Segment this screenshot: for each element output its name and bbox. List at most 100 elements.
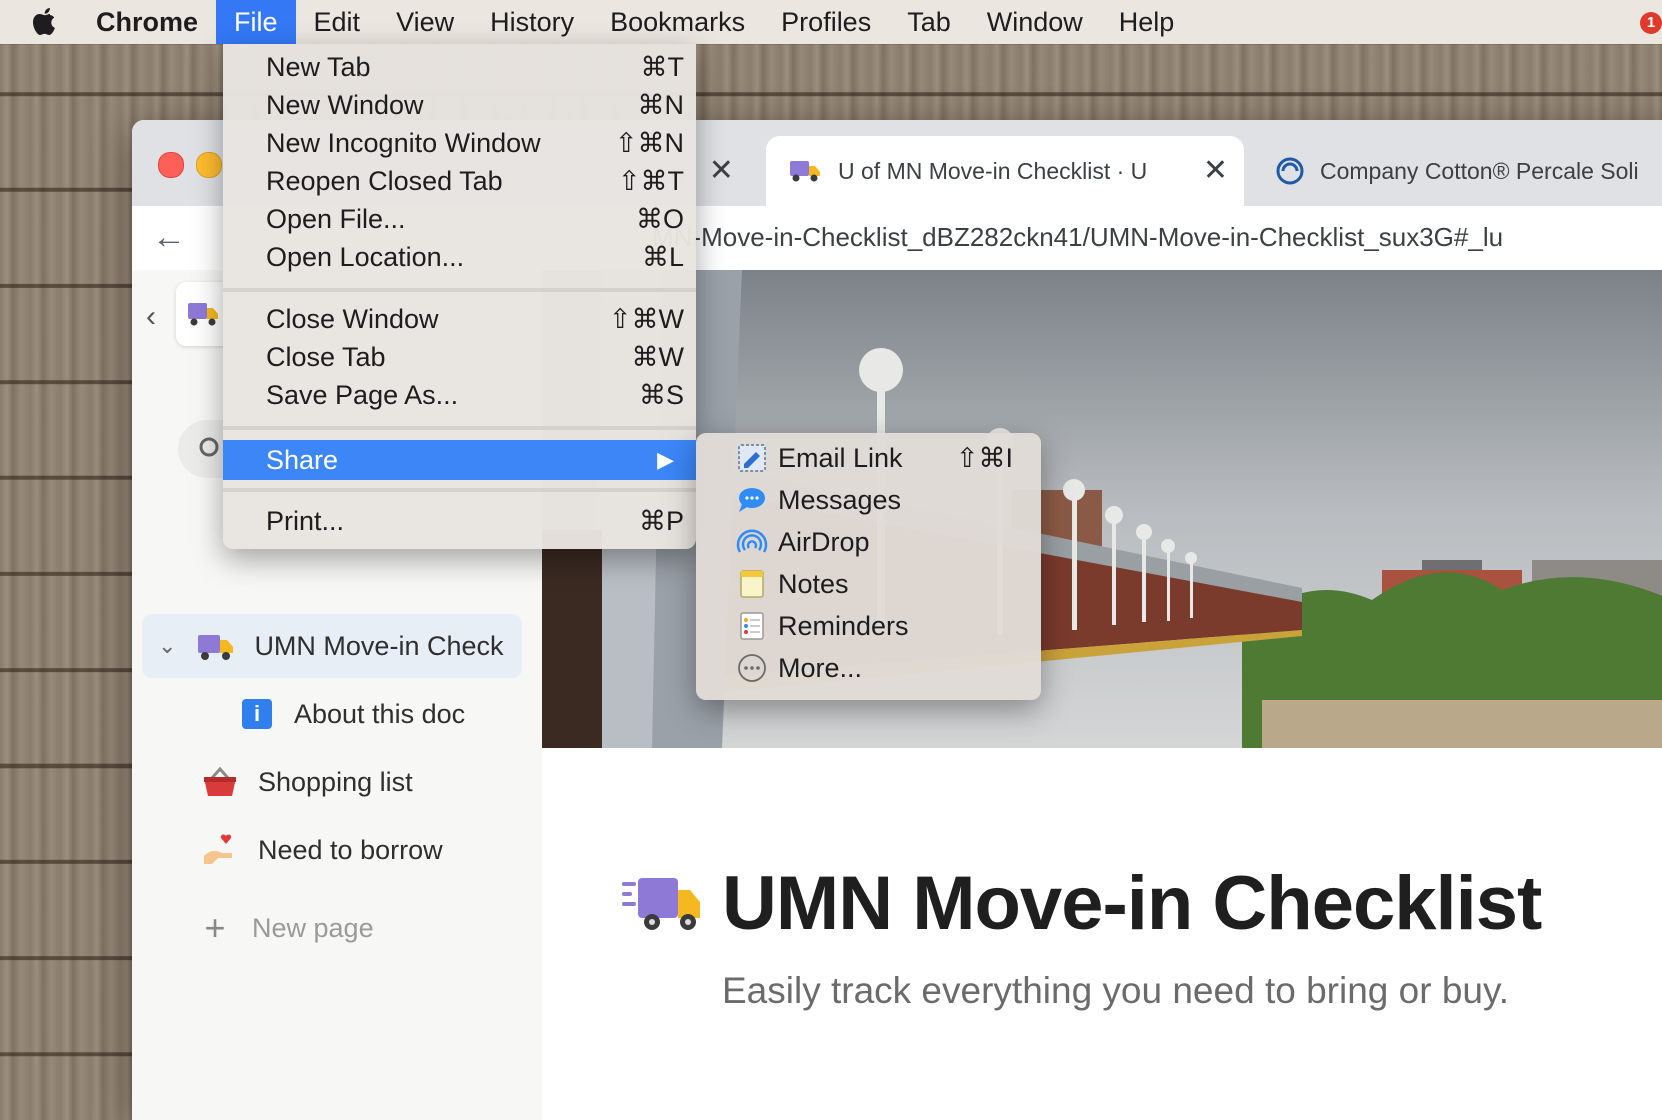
messages-icon [739,488,765,512]
menu-item-shortcut: ⌘L [641,242,684,272]
share-item-label: Notes [778,568,849,599]
truck-icon [622,877,700,930]
sidebar-item-shopping[interactable]: Shopping list [200,750,413,814]
truck-favicon-icon [790,161,820,182]
menu-item-label: Close Tab [266,342,386,372]
address-url[interactable]: MN-Move-in-Checklist_dBZ282ckn41/UMN-Mov… [652,222,1503,253]
menu-item-open-file[interactable]: Open File... ⌘O [223,200,696,238]
menu-item-close-window[interactable]: Close Window ⇧⌘W [223,300,696,338]
notification-badge[interactable]: 1 [1640,12,1662,34]
menubar-bookmarks[interactable]: Bookmarks [592,0,763,44]
back-arrow-icon[interactable]: ← [152,218,186,257]
tab-title: U of MN Move-in Checklist · U [838,157,1148,184]
menu-item-shortcut: ⌘O [635,204,684,234]
menubar-app-chrome[interactable]: Chrome [88,0,216,44]
menu-item-shortcut: ⌘N [637,90,685,120]
menu-item-label: Open Location... [266,242,465,272]
chevron-down-icon[interactable]: ⌄ [158,633,176,659]
menu-separator [223,488,696,492]
menu-item-label: Save Page As... [266,380,459,410]
menu-item-label: Print... [266,506,345,536]
menu-item-shortcut: ⇧⌘N [614,128,684,158]
file-menu: New Tab ⌘T New Window ⌘N New Incognito W… [223,44,696,549]
chevron-left-icon[interactable]: ‹ [146,300,156,334]
sidebar-item-about[interactable]: i About this doc [242,682,465,746]
sidebar-item-label: Shopping list [258,766,413,797]
share-submenu: Email Link ⇧⌘I Messages AirDrop Notes Re… [696,433,1041,700]
menubar-window[interactable]: Window [969,0,1101,44]
share-item-shortcut: ⇧⌘I [955,442,1013,473]
tab-company-cotton[interactable]: Company Cotton® Percale Soli [1252,136,1662,206]
menu-item-open-location[interactable]: Open Location... ⌘L [223,238,696,276]
tab-close-icon[interactable]: ✕ [1203,156,1228,186]
tab-active[interactable]: U of MN Move-in Checklist · U ✕ [766,136,1244,206]
notes-icon [740,570,764,598]
share-item-notes[interactable]: Notes [696,563,1041,605]
shopping-basket-icon [204,766,236,796]
share-item-airdrop[interactable]: AirDrop [696,521,1041,563]
truck-icon [188,303,218,326]
search-icon [199,437,219,457]
share-item-email-link[interactable]: Email Link ⇧⌘I [696,437,1041,479]
menu-item-label: New Incognito Window [266,128,541,158]
menu-item-label: Open File... [266,204,406,234]
menubar-help[interactable]: Help [1101,0,1193,44]
reminders-icon [740,612,764,640]
menu-item-label: New Tab [266,52,371,82]
share-item-label: AirDrop [778,526,870,557]
close-window-button[interactable] [158,152,184,178]
menu-item-shortcut: ⇧⌘T [617,166,684,196]
menu-item-print[interactable]: Print... ⌘P [223,502,696,540]
macos-menubar: Chrome File Edit View History Bookmarks … [0,0,1662,44]
menubar-history[interactable]: History [472,0,592,44]
menu-item-label: Share [266,445,339,475]
menubar-profiles[interactable]: Profiles [763,0,889,44]
airdrop-icon [736,529,768,553]
menu-separator [223,288,696,292]
menubar-edit[interactable]: Edit [296,0,379,44]
menu-item-save-page[interactable]: Save Page As... ⌘S [223,376,696,414]
menu-item-reopen-tab[interactable]: Reopen Closed Tab ⇧⌘T [223,162,696,200]
share-item-reminders[interactable]: Reminders [696,605,1041,647]
menu-item-label: New Window [266,90,424,120]
menu-item-shortcut: ⌘T [640,52,685,82]
minimize-window-button[interactable] [196,152,222,178]
info-icon: i [242,699,272,729]
menu-item-close-tab[interactable]: Close Tab ⌘W [223,338,696,376]
menu-item-label: Close Window [266,304,439,334]
menubar-file[interactable]: File [216,0,296,44]
menu-item-share[interactable]: Share ▶ [223,440,696,480]
share-item-label: Reminders [778,610,909,641]
doc-title-row: UMN Move-in Checklist [622,860,1542,947]
sidebar-item-borrow[interactable]: Need to borrow [200,818,443,882]
sidebar-item-label: Need to borrow [258,834,443,865]
menu-item-new-incognito[interactable]: New Incognito Window ⇧⌘N [223,124,696,162]
tab-title: Company Cotton® Percale Soli [1320,157,1639,184]
doc-title: UMN Move-in Checklist [722,861,1542,946]
apple-logo-icon[interactable] [28,5,60,39]
sidebar-item-label: About this doc [294,698,466,729]
share-item-messages[interactable]: Messages [696,479,1041,521]
menu-item-shortcut: ⇧⌘W [608,304,684,334]
company-favicon-icon [1276,157,1304,185]
menu-item-shortcut: ⌘W [631,342,684,372]
tab-close-icon[interactable]: ✕ [709,156,734,186]
menu-item-new-tab[interactable]: New Tab ⌘T [223,48,696,86]
menu-item-label: Reopen Closed Tab [266,166,503,196]
share-item-label: Messages [778,484,902,515]
sidebar-item-label: UMN Move-in Check [254,630,504,661]
menubar-view[interactable]: View [378,0,472,44]
share-item-more[interactable]: More... [696,647,1041,689]
truck-icon [198,635,234,660]
sidebar-item-label: New page [252,912,374,943]
menu-item-new-window[interactable]: New Window ⌘N [223,86,696,124]
sidebar-new-page[interactable]: + New page [200,896,374,960]
more-ellipsis-icon [738,654,766,682]
menu-separator [223,426,696,430]
plus-icon: + [204,907,226,948]
submenu-arrow-icon: ▶ [657,447,674,472]
menubar-tab[interactable]: Tab [889,0,969,44]
share-item-label: More... [778,652,863,683]
hand-heart-icon [204,834,232,864]
sidebar-item-umn-checklist[interactable]: ⌄ UMN Move-in Check [142,614,522,678]
